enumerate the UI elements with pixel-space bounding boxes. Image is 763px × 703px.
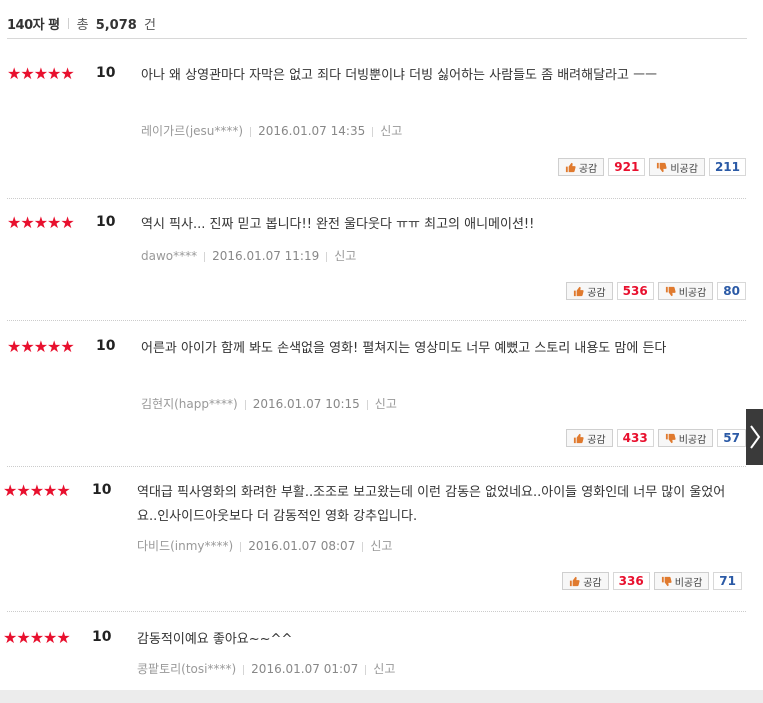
thumbs-up-icon <box>565 162 576 172</box>
author-name[interactable]: dawo**** <box>141 249 197 263</box>
dislike-count: 211 <box>708 158 746 176</box>
review-divider <box>7 466 746 467</box>
vote-area: 공감 336 비공감 71 <box>562 571 742 591</box>
total-prefix: 총 <box>76 17 89 33</box>
review-text: 감동적이예요 좋아요~~^^ <box>137 632 293 647</box>
section-title: 140자 평 <box>7 17 60 33</box>
like-button[interactable]: 공감 <box>566 429 613 447</box>
star-rating: ★★★★★ <box>7 213 75 232</box>
meta-divider <box>365 664 367 675</box>
dislike-button[interactable]: 비공감 <box>649 158 705 176</box>
report-link[interactable]: 신고 <box>375 397 397 411</box>
review-divider <box>7 198 746 199</box>
review-text: 역대급 픽사영화의 화려한 부활..조조로 보고왔는데 이런 감동은 없었네요.… <box>137 485 726 524</box>
rating-score: 10 <box>96 65 116 81</box>
thumbs-down-icon <box>661 576 672 586</box>
meta-divider <box>243 664 245 675</box>
review-meta: dawo**** 2016.01.07 11:19 신고 <box>141 247 356 264</box>
review-text: 아나 왜 상영관마다 자막은 없고 죄다 더빙뿐이냐 더빙 싫어하는 사람들도 … <box>141 68 658 83</box>
meta-divider <box>366 399 368 410</box>
bottom-border <box>0 690 763 703</box>
star-rating: ★★★★★ <box>3 481 71 500</box>
dislike-label: 비공감 <box>670 163 698 175</box>
thumbs-up-icon <box>574 286 584 296</box>
meta-divider <box>250 126 252 137</box>
like-count: 336 <box>612 572 650 590</box>
total-count-label: 총 5,078 건 <box>77 14 156 33</box>
like-label: 공감 <box>578 163 598 175</box>
dislike-button[interactable]: 비공감 <box>653 572 710 590</box>
like-label: 공감 <box>583 577 602 589</box>
like-button[interactable]: 공감 <box>557 158 605 176</box>
dislike-count: 80 <box>717 282 746 300</box>
report-link[interactable]: 신고 <box>380 124 402 138</box>
meta-divider <box>204 251 206 262</box>
like-count: 536 <box>616 282 654 300</box>
dislike-label: 비공감 <box>678 434 707 446</box>
dislike-button[interactable]: 비공감 <box>657 282 714 300</box>
review-date: 2016.01.07 14:35 <box>258 124 366 138</box>
review-meta: 다비드(inmy****) 2016.01.07 08:07 신고 <box>137 537 392 554</box>
thumbs-down-icon <box>665 433 676 443</box>
thumbs-down-icon <box>665 286 676 296</box>
rating-score: 10 <box>96 338 116 354</box>
meta-divider <box>240 541 242 552</box>
author-name[interactable]: 레이가르(jesu****) <box>141 124 243 138</box>
thumbs-up-icon <box>574 433 584 443</box>
review-date: 2016.01.07 11:19 <box>212 249 320 263</box>
meta-divider <box>326 251 328 262</box>
thumbs-up-icon <box>570 576 580 586</box>
like-label: 공감 <box>587 287 606 299</box>
rating-score: 10 <box>96 214 116 230</box>
next-page-button[interactable] <box>746 409 763 465</box>
chevron-right-icon <box>749 425 760 449</box>
meta-divider <box>372 126 374 137</box>
review-meta: 레이가르(jesu****) 2016.01.07 14:35 신고 <box>141 122 402 139</box>
total-suffix: 건 <box>143 17 156 33</box>
author-name[interactable]: 콩팥토리(tosi****) <box>137 662 236 676</box>
dislike-label: 비공감 <box>678 287 707 299</box>
report-link[interactable]: 신고 <box>370 539 392 553</box>
dislike-count: 57 <box>717 429 746 447</box>
report-link[interactable]: 신고 <box>373 662 395 676</box>
report-link[interactable]: 신고 <box>334 249 356 263</box>
like-count: 921 <box>608 158 646 176</box>
dislike-count: 71 <box>713 572 742 590</box>
review-text: 역시 픽사... 진짜 믿고 봅니다!! 완전 울다웃다 ㅠㅠ 최고의 애니메이… <box>141 217 535 232</box>
vote-area: 공감 433 비공감 57 <box>566 428 746 448</box>
like-label: 공감 <box>587 434 606 446</box>
like-count: 433 <box>616 429 654 447</box>
star-rating: ★★★★★ <box>3 628 71 647</box>
header-divider <box>67 17 69 29</box>
review-date: 2016.01.07 08:07 <box>248 539 356 553</box>
rating-score: 10 <box>92 482 112 498</box>
review-meta: 김현지(happ****) 2016.01.07 10:15 신고 <box>141 395 397 412</box>
dislike-label: 비공감 <box>674 577 703 589</box>
review-list-header: 140자 평 총 5,078 건 <box>7 8 747 39</box>
review-divider <box>7 611 746 612</box>
meta-divider <box>362 541 364 552</box>
review-meta: 콩팥토리(tosi****) 2016.01.07 01:07 신고 <box>137 660 395 677</box>
author-name[interactable]: 김현지(happ****) <box>141 397 238 411</box>
author-name[interactable]: 다비드(inmy****) <box>137 539 233 553</box>
dislike-button[interactable]: 비공감 <box>657 429 714 447</box>
review-divider <box>7 320 746 321</box>
vote-area: 공감 536 비공감 80 <box>566 281 746 301</box>
like-button[interactable]: 공감 <box>562 572 609 590</box>
like-button[interactable]: 공감 <box>566 282 613 300</box>
vote-area: 공감 921 비공감 211 <box>557 157 746 177</box>
star-rating: ★★★★★ <box>7 337 75 356</box>
rating-score: 10 <box>92 629 112 645</box>
review-text: 어른과 아이가 함께 봐도 손색없을 영화! 펼쳐지는 영상미도 너무 예뻤고 … <box>141 341 667 356</box>
review-date: 2016.01.07 01:07 <box>251 662 359 676</box>
meta-divider <box>244 399 246 410</box>
star-rating: ★★★★★ <box>7 64 75 83</box>
thumbs-down-icon <box>657 162 667 172</box>
total-count: 5,078 <box>95 17 137 33</box>
review-date: 2016.01.07 10:15 <box>252 397 360 411</box>
